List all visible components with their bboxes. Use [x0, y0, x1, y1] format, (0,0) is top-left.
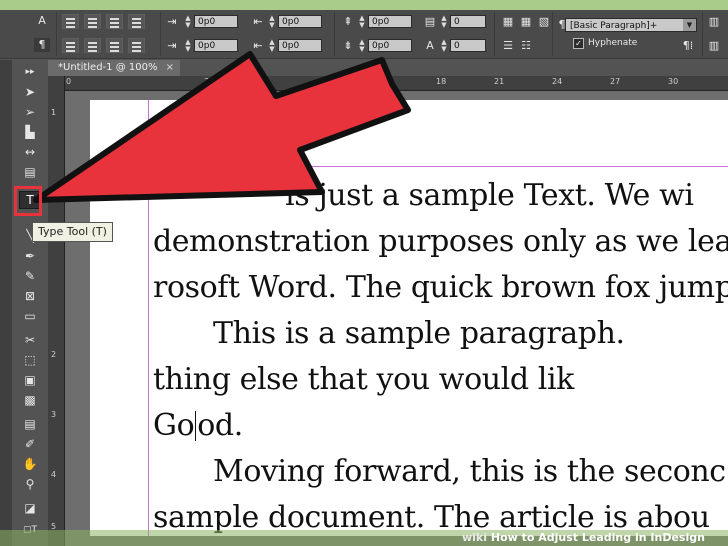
tooltip: Type Tool (T): [32, 222, 113, 242]
arrow-shape: [33, 51, 411, 203]
caption-brand: wiki: [462, 531, 488, 544]
caption: wiki How to Adjust Leading in InDesign: [462, 530, 705, 546]
annotation-arrow: [33, 51, 411, 203]
type-tool-highlight: [14, 186, 42, 216]
caption-text: How to Adjust Leading in InDesign: [490, 531, 705, 544]
